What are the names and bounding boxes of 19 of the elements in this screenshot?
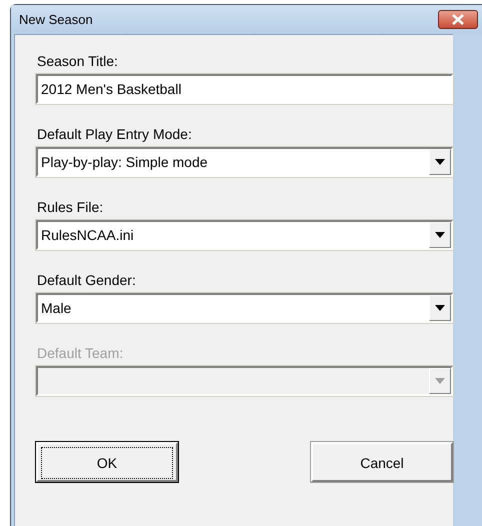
text-field[interactable]: 2012 Men's Basketball: [36, 74, 453, 104]
dropdown[interactable]: Play-by-play: Simple mode: [36, 147, 453, 177]
field-label: Default Team:: [36, 345, 124, 361]
field-label: Default Play Entry Mode:: [36, 126, 193, 142]
caret-icon: [435, 305, 445, 311]
field-label: Season Title:: [36, 53, 119, 69]
dropdown[interactable]: RulesNCAA.ini: [36, 220, 453, 250]
caret-icon: [435, 159, 445, 165]
window-title: New Season: [19, 12, 93, 27]
dropdown[interactable]: [36, 366, 453, 396]
ok-button[interactable]: OK: [36, 442, 178, 482]
field-label: Default Gender:: [36, 272, 137, 288]
close-icon: [451, 14, 465, 25]
cancel-button[interactable]: Cancel: [311, 442, 453, 482]
dropdown[interactable]: Male: [36, 293, 453, 323]
field-label: Rules File:: [36, 199, 104, 215]
close-button[interactable]: [438, 10, 478, 29]
caret-icon: [435, 232, 445, 238]
caret-icon: [435, 378, 445, 384]
